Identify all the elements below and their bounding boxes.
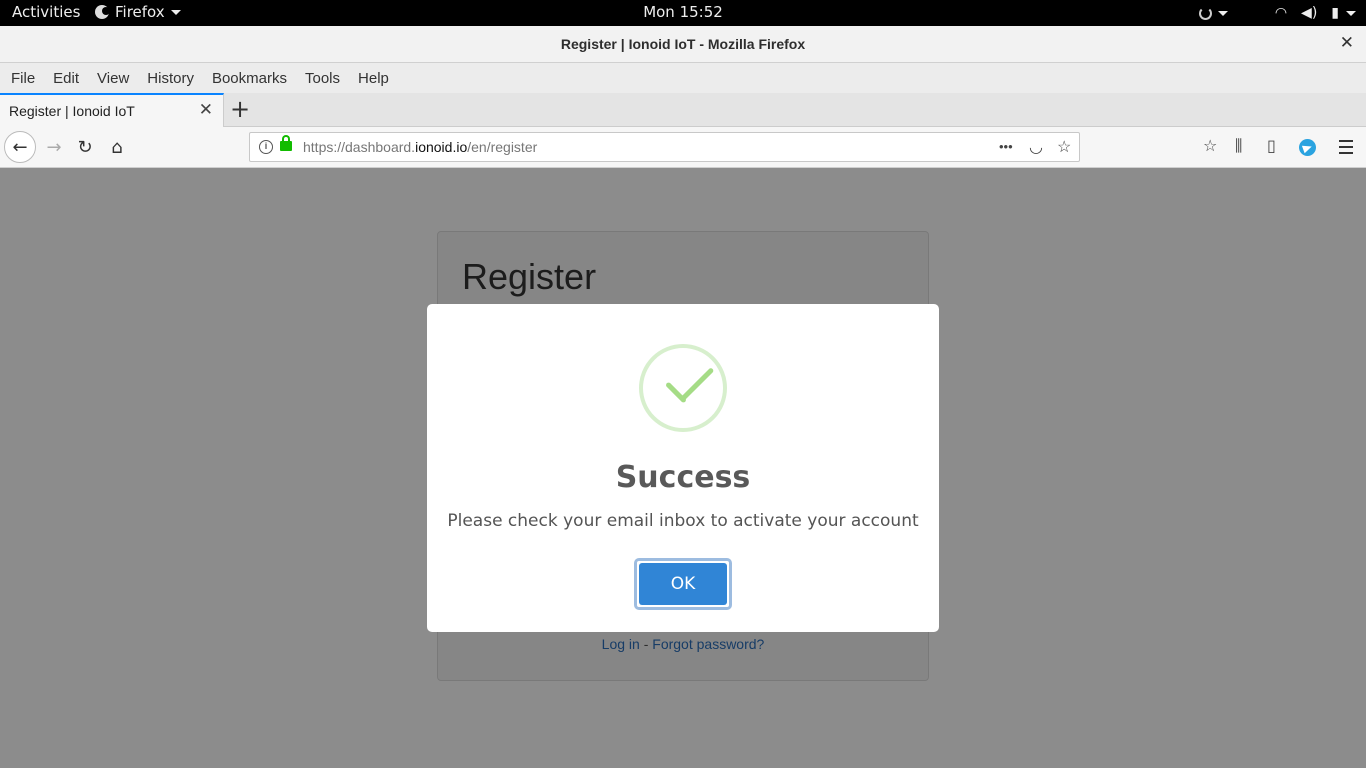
app-menu[interactable]: Firefox [95, 3, 181, 21]
downloads-icon[interactable]: ☆ [1203, 136, 1217, 155]
wifi-icon: ◠ [1274, 5, 1288, 21]
url-bar[interactable]: i https://dashboard.ionoid.io/en/registe… [249, 132, 1080, 162]
page-actions-icon[interactable]: ••• [999, 139, 1013, 154]
system-clock[interactable]: Mon 15:52 [643, 3, 723, 21]
url-text[interactable]: https://dashboard.ionoid.io/en/register [303, 139, 537, 155]
ok-button-label: OK [639, 563, 727, 605]
success-check-icon [639, 344, 727, 432]
telegram-icon[interactable] [1299, 139, 1316, 156]
dialog-title: Success [615, 460, 751, 495]
page-content: Register Log in - Forgot password? Succe… [0, 168, 1366, 768]
volume-icon: ◀) [1301, 5, 1318, 21]
menu-bar: File Edit View History Bookmarks Tools H… [0, 63, 1366, 93]
menu-edit[interactable]: Edit [44, 70, 88, 87]
menu-file[interactable]: File [2, 70, 44, 87]
hamburger-menu-icon[interactable] [1339, 140, 1353, 158]
tab-strip: Register | Ionoid IoT ✕ + [0, 93, 1366, 127]
bookmark-star-icon[interactable]: ☆ [1057, 137, 1071, 157]
chevron-down-icon [170, 9, 181, 15]
chevron-down-icon [1346, 10, 1356, 16]
reload-button[interactable]: ↻ [71, 133, 99, 161]
system-tray[interactable]: ◠ ◀) ▮ [1198, 0, 1356, 26]
app-menu-label: Firefox [115, 3, 165, 21]
system-top-bar: Activities Firefox Mon 15:52 ◠ ◀) ▮ [0, 0, 1366, 26]
tab-title: Register | Ionoid IoT [9, 103, 135, 119]
navigation-bar: ← → ↻ ⌂ i https://dashboard.ionoid.io/en… [0, 127, 1366, 168]
new-tab-button[interactable]: + [230, 96, 250, 122]
menu-history[interactable]: History [138, 70, 203, 87]
battery-icon: ▮ [1331, 5, 1339, 21]
menu-view[interactable]: View [88, 70, 138, 87]
tab-close-icon[interactable]: ✕ [199, 100, 213, 120]
ok-button[interactable]: OK [634, 558, 732, 610]
dialog-message: Please check your email inbox to activat… [447, 511, 919, 531]
activities-button[interactable]: Activities [12, 3, 80, 21]
menu-bookmarks[interactable]: Bookmarks [203, 70, 296, 87]
back-button[interactable]: ← [4, 131, 36, 163]
tab-register[interactable]: Register | Ionoid IoT ✕ [0, 93, 224, 127]
pocket-icon[interactable]: ◡ [1029, 137, 1043, 157]
sidebar-icon[interactable]: ▯ [1267, 136, 1276, 155]
lock-icon[interactable] [280, 135, 292, 151]
library-icon[interactable]: ⫼ [1235, 136, 1242, 156]
chevron-down-icon [1217, 10, 1228, 16]
firefox-icon [95, 5, 110, 19]
window-title: Register | Ionoid IoT - Mozilla Firefox [560, 36, 806, 52]
success-dialog: Success Please check your email inbox to… [427, 304, 939, 632]
menu-help[interactable]: Help [349, 70, 398, 87]
menu-tools[interactable]: Tools [296, 70, 349, 87]
info-icon[interactable]: i [259, 140, 273, 154]
loading-icon [1198, 6, 1212, 20]
window-title-bar: Register | Ionoid IoT - Mozilla Firefox … [0, 26, 1366, 63]
forward-button[interactable]: → [40, 133, 68, 161]
home-button[interactable]: ⌂ [103, 133, 131, 161]
window-close-button[interactable]: ✕ [1340, 33, 1354, 53]
